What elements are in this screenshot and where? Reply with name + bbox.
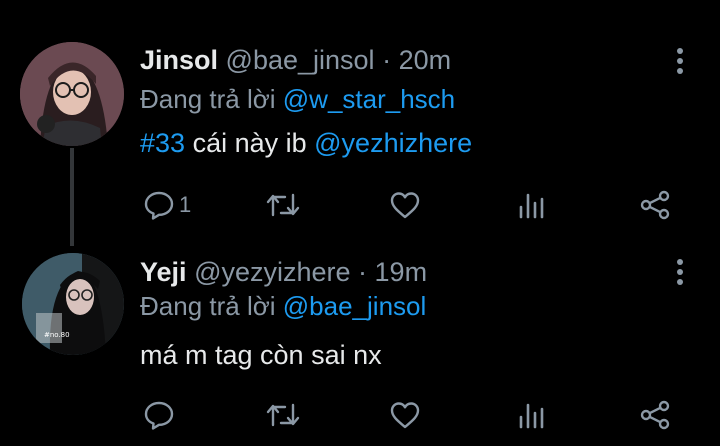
comment-icon	[143, 399, 175, 431]
avatar[interactable]	[20, 42, 124, 146]
share-icon	[639, 189, 671, 221]
hashtag[interactable]: #33	[140, 128, 185, 158]
handle[interactable]: @yezyizhere	[194, 257, 350, 287]
share-icon	[639, 399, 671, 431]
timestamp[interactable]: 20m	[399, 45, 452, 75]
replying-to-label: Đang trả lời	[140, 84, 283, 114]
separator: ·	[350, 257, 375, 287]
mention[interactable]: @yezhizhere	[314, 128, 472, 158]
like-button[interactable]	[389, 395, 421, 435]
avatar[interactable]: #no.80	[22, 253, 124, 355]
timestamp[interactable]: 19m	[375, 257, 428, 287]
display-name[interactable]: Jinsol	[140, 45, 218, 75]
retweet-icon	[265, 399, 301, 431]
stats-icon	[517, 189, 545, 221]
replying-to-mention[interactable]: @bae_jinsol	[283, 291, 426, 321]
reply-button[interactable]: 1	[143, 185, 191, 225]
replying-to-mention[interactable]: @w_star_hsch	[283, 84, 455, 114]
tweet-text: má m tag còn sai nx	[140, 338, 382, 372]
separator: ·	[374, 45, 399, 75]
like-icon	[389, 399, 421, 431]
reply-count: 1	[179, 192, 192, 217]
retweet-button[interactable]	[265, 395, 301, 435]
handle[interactable]: @bae_jinsol	[226, 45, 375, 75]
stats-button[interactable]	[517, 395, 545, 435]
tweet-text-content: cái này ib	[185, 128, 315, 158]
display-name[interactable]: Yeji	[140, 257, 187, 287]
replying-to: Đang trả lời @w_star_hsch	[140, 83, 455, 115]
share-button[interactable]	[639, 185, 671, 225]
more-icon[interactable]	[670, 44, 690, 78]
reply-button[interactable]	[143, 395, 179, 435]
retweet-icon	[265, 189, 301, 221]
tweet-text-content: má m tag còn sai nx	[140, 340, 382, 370]
tweet-header: Yeji @yezyizhere · 19m	[140, 256, 427, 288]
like-icon	[389, 189, 421, 221]
share-button[interactable]	[639, 395, 671, 435]
like-button[interactable]	[389, 185, 421, 225]
stats-button[interactable]	[517, 185, 545, 225]
action-bar	[0, 395, 720, 435]
tweet-text: #33 cái này ib @yezhizhere	[140, 126, 472, 160]
avatar-caption: #no.80	[44, 331, 70, 339]
retweet-button[interactable]	[265, 185, 301, 225]
more-icon[interactable]	[670, 255, 690, 289]
action-bar: 1	[0, 185, 720, 225]
tweet[interactable]: Jinsol @bae_jinsol · 20m Đang trả lời @w…	[0, 0, 720, 250]
tweet-header: Jinsol @bae_jinsol · 20m	[140, 44, 451, 76]
replying-to: Đang trả lời @bae_jinsol	[140, 290, 426, 322]
tweet[interactable]: #no.80 Yeji @yezyizhere · 19m Đang trả l…	[0, 250, 720, 446]
comment-icon	[143, 189, 175, 221]
replying-to-label: Đang trả lời	[140, 291, 283, 321]
stats-icon	[517, 399, 545, 431]
